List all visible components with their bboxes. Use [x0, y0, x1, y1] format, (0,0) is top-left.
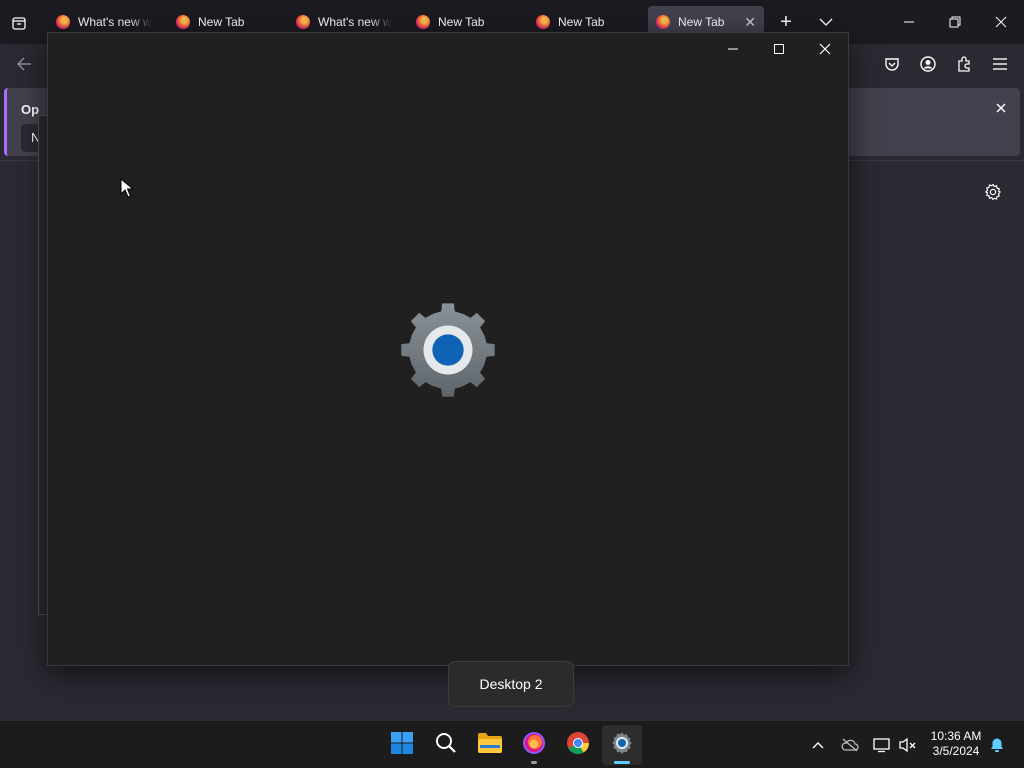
- tab-title: New Tab: [558, 15, 605, 29]
- clock-date: 3/5/2024: [932, 744, 980, 758]
- system-clock[interactable]: 10:36 AM 3/5/2024: [924, 729, 988, 759]
- close-tab-icon[interactable]: ✕: [744, 14, 756, 31]
- pocket-icon[interactable]: [880, 52, 904, 76]
- running-indicator: [531, 761, 537, 764]
- onedrive-offline-icon[interactable]: [838, 721, 862, 768]
- minimize-icon[interactable]: [898, 12, 920, 32]
- windows-logo-icon: [390, 731, 414, 760]
- close-notification-icon[interactable]: [991, 98, 1011, 118]
- tab-title: New Tab: [198, 15, 245, 29]
- firefox-icon: [522, 731, 546, 760]
- search-icon: [435, 732, 457, 759]
- firefox-favicon-icon: [56, 15, 70, 29]
- firefox-favicon-icon: [296, 15, 310, 29]
- clock-time: 10:36 AM: [930, 729, 982, 743]
- chrome-taskbar-button[interactable]: [558, 725, 598, 765]
- tab-title: What's new w: [78, 15, 152, 29]
- minimize-icon[interactable]: [710, 33, 756, 65]
- volume-muted-icon[interactable]: [896, 721, 920, 768]
- maximize-icon[interactable]: [756, 33, 802, 65]
- list-all-tabs-icon[interactable]: [814, 12, 838, 32]
- settings-icon: [610, 731, 634, 760]
- notification-title: Op: [21, 102, 40, 117]
- tab-list-icon[interactable]: [8, 12, 30, 34]
- back-arrow-icon[interactable]: [12, 54, 36, 74]
- show-hidden-icons-button[interactable]: [806, 721, 830, 768]
- folder-icon: [477, 732, 503, 759]
- new-tab-button[interactable]: +: [774, 10, 798, 34]
- start-button[interactable]: [382, 725, 422, 765]
- firefox-favicon-icon: [536, 15, 550, 29]
- desktop-tooltip: Desktop 2: [448, 661, 574, 707]
- restore-icon[interactable]: [944, 12, 966, 32]
- firefox-favicon-icon: [176, 15, 190, 29]
- gear-icon[interactable]: [982, 181, 1004, 203]
- extensions-icon[interactable]: [952, 52, 976, 76]
- tab-title: What's new w: [318, 15, 392, 29]
- taskbar: 10:36 AM 3/5/2024: [0, 720, 1024, 768]
- tab-title: New Tab: [678, 15, 725, 29]
- tab-title: New Tab: [438, 15, 485, 29]
- active-indicator: [614, 761, 630, 764]
- search-button[interactable]: [426, 725, 466, 765]
- firefox-taskbar-button[interactable]: [514, 725, 554, 765]
- file-explorer-button[interactable]: [470, 725, 510, 765]
- mouse-cursor: [120, 177, 135, 198]
- settings-taskbar-button[interactable]: [602, 725, 642, 765]
- chrome-icon: [566, 731, 590, 760]
- settings-window: [47, 32, 849, 666]
- close-window-icon[interactable]: [990, 12, 1012, 32]
- notification-bell-icon[interactable]: [986, 721, 1008, 768]
- settings-gear-icon: [399, 301, 497, 399]
- menu-hamburger-icon[interactable]: [988, 52, 1012, 76]
- firefox-favicon-icon: [656, 15, 670, 29]
- network-icon[interactable]: [870, 721, 894, 768]
- account-icon[interactable]: [916, 52, 940, 76]
- firefox-favicon-icon: [416, 15, 430, 29]
- close-window-icon[interactable]: [802, 33, 848, 65]
